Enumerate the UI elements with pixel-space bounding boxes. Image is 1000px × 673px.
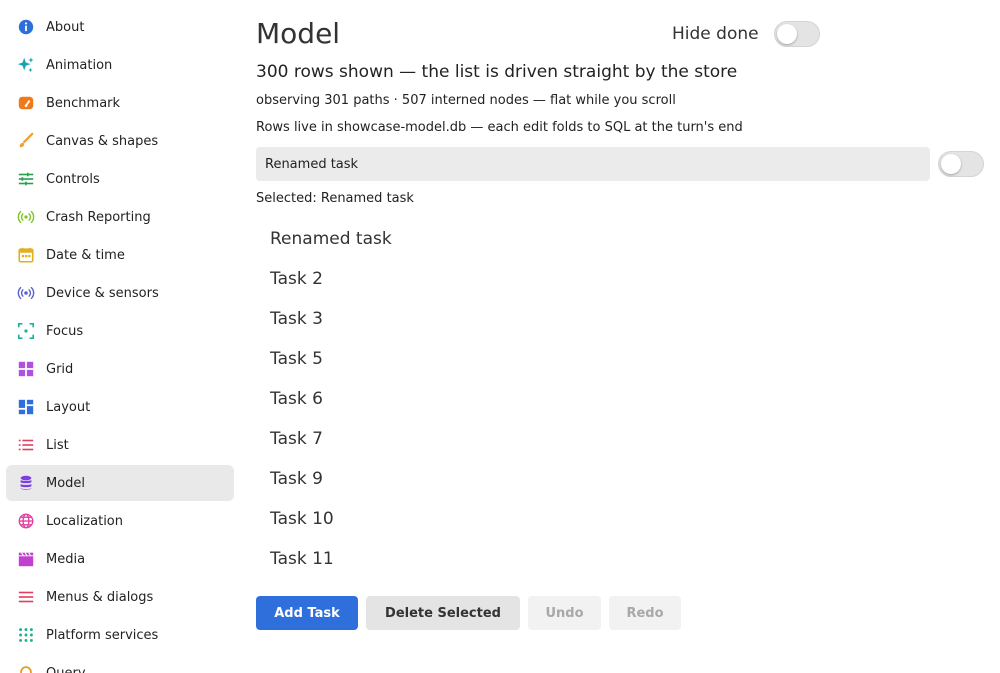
sidebar-item-layout[interactable]: Layout: [6, 389, 234, 425]
sidebar-item-menus-dialogs[interactable]: Menus & dialogs: [6, 579, 234, 615]
sidebar-item-date-time[interactable]: Date & time: [6, 237, 234, 273]
task-done-toggle[interactable]: [938, 151, 984, 177]
rows-shown-headline: 300 rows shown — the list is driven stra…: [256, 62, 738, 82]
globe-icon: [16, 511, 36, 531]
sidebar-item-label: Device & sensors: [46, 285, 159, 301]
sidebar-item-label: Date & time: [46, 247, 125, 263]
sidebar-item-label: Platform services: [46, 627, 159, 643]
database-note: Rows live in showcase-model.db — each ed…: [256, 120, 743, 135]
task-row[interactable]: Task 6: [256, 379, 984, 419]
sidebar-item-localization[interactable]: Localization: [6, 503, 234, 539]
task-row[interactable]: Renamed task: [256, 219, 984, 259]
calendar-icon: [16, 245, 36, 265]
hide-done-toggle[interactable]: [774, 21, 820, 47]
query-icon: [16, 663, 36, 673]
broadcast-icon: [16, 207, 36, 227]
sidebar-item-media[interactable]: Media: [6, 541, 234, 577]
sidebar-item-label: Query: [46, 665, 86, 673]
sidebar-item-label: About: [46, 19, 85, 35]
task-row[interactable]: Task 3: [256, 299, 984, 339]
sidebar-item-about[interactable]: About: [6, 9, 234, 45]
sidebar-item-label: Media: [46, 551, 86, 567]
sidebar-item-label: Menus & dialogs: [46, 589, 154, 605]
grid-icon: [16, 359, 36, 379]
sliders-icon: [16, 169, 36, 189]
undo-button[interactable]: Undo: [528, 596, 601, 630]
sidebar-item-label: Canvas & shapes: [46, 133, 159, 149]
focus-icon: [16, 321, 36, 341]
observing-stats: observing 301 paths · 507 interned nodes…: [256, 93, 676, 108]
task-row[interactable]: Task 9: [256, 459, 984, 499]
dashboard-icon: [16, 397, 36, 417]
task-row[interactable]: Task 10: [256, 499, 984, 539]
sparkles-icon: [16, 55, 36, 75]
task-row[interactable]: Task 11: [256, 539, 984, 579]
sidebar-item-device-sensors[interactable]: Device & sensors: [6, 275, 234, 311]
sidebar-item-model[interactable]: Model: [6, 465, 234, 501]
apps-grid-icon: [16, 625, 36, 645]
sidebar-item-label: Layout: [46, 399, 91, 415]
toggle-knob: [777, 24, 797, 44]
add-task-button[interactable]: Add Task: [256, 596, 358, 630]
redo-button[interactable]: Redo: [609, 596, 681, 630]
sidebar-item-list[interactable]: List: [6, 427, 234, 463]
sidebar-item-label: Grid: [46, 361, 74, 377]
sidebar-item-label: Benchmark: [46, 95, 121, 111]
sidebar-item-label: Localization: [46, 513, 123, 529]
menu-icon: [16, 587, 36, 607]
sidebar-item-platform-services[interactable]: Platform services: [6, 617, 234, 653]
sidebar-item-label: Controls: [46, 171, 100, 187]
sidebar-item-label: List: [46, 437, 69, 453]
sidebar-item-focus[interactable]: Focus: [6, 313, 234, 349]
page-title: Model: [256, 17, 341, 50]
sidebar-item-benchmark[interactable]: Benchmark: [6, 85, 234, 121]
sensor-icon: [16, 283, 36, 303]
sidebar-item-label: Crash Reporting: [46, 209, 151, 225]
task-list[interactable]: Renamed task Task 2 Task 3 Task 5 Task 6 Task…: [256, 219, 984, 579]
sidebar-item-crash-reporting[interactable]: Crash Reporting: [6, 199, 234, 235]
sidebar-item-controls[interactable]: Controls: [6, 161, 234, 197]
sidebar-item-canvas-shapes[interactable]: Canvas & shapes: [6, 123, 234, 159]
sidebar-item-label: Animation: [46, 57, 113, 73]
hide-done-label: Hide done: [672, 24, 759, 44]
task-row[interactable]: Task 5: [256, 339, 984, 379]
task-row[interactable]: Task 7: [256, 419, 984, 459]
speedometer-icon: [16, 93, 36, 113]
delete-selected-button[interactable]: Delete Selected: [366, 596, 520, 630]
sidebar: About Animation Benchmark Canvas & shapes Co…: [0, 0, 240, 673]
clapperboard-icon: [16, 549, 36, 569]
brush-icon: [16, 131, 36, 151]
sidebar-item-query[interactable]: Query: [6, 655, 234, 673]
task-name-input[interactable]: [256, 147, 930, 181]
sidebar-item-grid[interactable]: Grid: [6, 351, 234, 387]
task-row[interactable]: Task 2: [256, 259, 984, 299]
toggle-knob: [941, 154, 961, 174]
selected-task-text: Selected: Renamed task: [256, 191, 414, 206]
info-icon: [16, 17, 36, 37]
sidebar-item-label: Model: [46, 475, 86, 491]
sidebar-item-animation[interactable]: Animation: [6, 47, 234, 83]
list-icon: [16, 435, 36, 455]
sidebar-item-label: Focus: [46, 323, 84, 339]
database-icon: [16, 473, 36, 493]
